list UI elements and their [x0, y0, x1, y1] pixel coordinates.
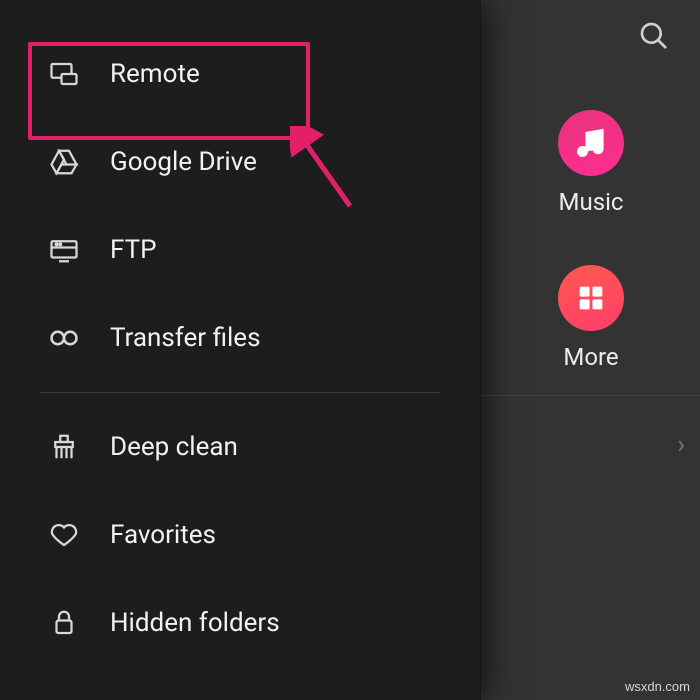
sidebar-item-label: Favorites	[110, 520, 216, 550]
category-music-label: Music	[521, 188, 661, 216]
more-icon	[558, 265, 624, 331]
sidebar-item-favorites[interactable]: Favorites	[0, 491, 480, 579]
main-content: Music More ›	[480, 0, 700, 700]
sidebar-item-google-drive[interactable]: Google Drive	[0, 118, 480, 206]
deep-clean-icon	[46, 429, 82, 465]
sidebar-item-ftp[interactable]: FTP	[0, 206, 480, 294]
sidebar-item-label: Remote	[110, 59, 200, 89]
transfer-icon	[46, 320, 82, 356]
divider	[481, 395, 700, 396]
sidebar-item-label: Deep clean	[110, 432, 238, 462]
google-drive-icon	[46, 144, 82, 180]
menu-separator	[40, 392, 440, 393]
music-icon	[558, 110, 624, 176]
ftp-icon	[46, 232, 82, 268]
search-button[interactable]	[638, 20, 670, 56]
sidebar-item-hidden-folders[interactable]: Hidden folders	[0, 579, 480, 667]
sidebar-item-transfer-files[interactable]: Transfer files	[0, 294, 480, 382]
category-more-label: More	[521, 343, 661, 371]
sidebar-item-label: Transfer files	[110, 323, 261, 353]
category-music[interactable]: Music	[521, 110, 661, 216]
sidebar-item-label: FTP	[110, 235, 157, 265]
search-icon	[638, 20, 670, 52]
remote-icon	[46, 56, 82, 92]
sidebar-item-deep-clean[interactable]: Deep clean	[0, 403, 480, 491]
watermark: wsxdn.com	[625, 679, 690, 694]
favorites-icon	[46, 517, 82, 553]
hidden-folders-icon	[46, 605, 82, 641]
chevron-right-icon[interactable]: ›	[677, 430, 685, 460]
sidebar-item-remote[interactable]: Remote	[0, 30, 480, 118]
sidebar-item-label: Hidden folders	[110, 608, 280, 638]
sidebar-item-label: Google Drive	[110, 147, 257, 177]
navigation-drawer: Remote Google Drive FTP Transfer files D…	[0, 0, 480, 700]
category-more[interactable]: More	[521, 265, 661, 371]
